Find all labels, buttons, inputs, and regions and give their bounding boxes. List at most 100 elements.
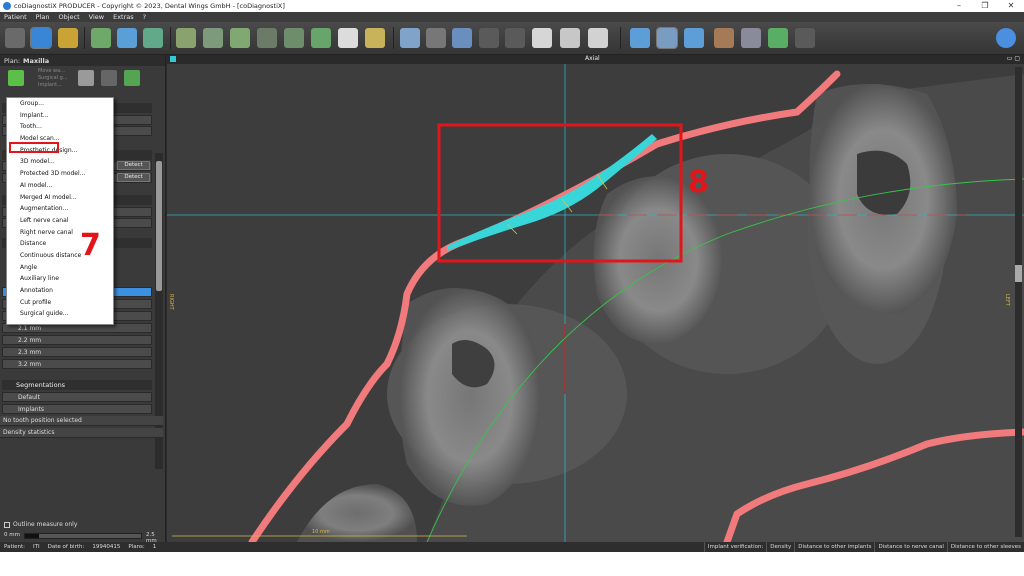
- view-header: Axial ▭ ▢: [167, 55, 1024, 64]
- pin-icon[interactable]: [505, 28, 525, 48]
- plans-label: Plans:: [128, 544, 145, 550]
- model-icon[interactable]: [117, 28, 137, 48]
- plan-header: Plan: Maxilla: [0, 55, 165, 66]
- distance-implants-tab[interactable]: Distance to other implants: [794, 542, 874, 552]
- segmentations-header[interactable]: Segmentations: [2, 380, 152, 390]
- scan-icon[interactable]: [311, 28, 331, 48]
- outline-measure-checkbox[interactable]: Outline measure only: [4, 521, 77, 528]
- back-icon[interactable]: [5, 28, 25, 48]
- dob-value: 19940415: [92, 544, 121, 550]
- detect-button[interactable]: Detect: [117, 161, 150, 170]
- post-icon[interactable]: [479, 28, 499, 48]
- scale-label: 10 mm: [312, 529, 330, 535]
- menu-plan[interactable]: Plan: [36, 13, 50, 21]
- menu-item-angle[interactable]: Angle: [7, 262, 113, 274]
- distance-nerve-tab[interactable]: Distance to nerve canal: [874, 542, 946, 552]
- menu-item-protected-3d-model[interactable]: Protected 3D model...: [7, 168, 113, 180]
- menu-item-cut-profile[interactable]: Cut profile: [7, 297, 113, 309]
- slider-track[interactable]: [24, 533, 142, 539]
- axial-view[interactable]: Axial ▭ ▢ 8 RIGHT LEFT 10 mm: [167, 55, 1024, 542]
- segmentation-icon[interactable]: [91, 28, 111, 48]
- main-toolbar: [0, 22, 1024, 55]
- menu-item-ai-model[interactable]: AI model...: [7, 180, 113, 192]
- distance-item[interactable]: 2.2 mm: [2, 335, 152, 345]
- menu-item-3d-model[interactable]: 3D model...: [7, 156, 113, 168]
- view-box-icon[interactable]: [684, 28, 704, 48]
- close-button[interactable]: ✕: [998, 0, 1024, 12]
- view-3d-icon[interactable]: [630, 28, 650, 48]
- step-number-8: 8: [688, 165, 709, 200]
- density-statistics-row[interactable]: Density statistics: [0, 428, 163, 438]
- window-title: coDiagnostiX PRODUCER - Copyright © 2023…: [14, 2, 285, 10]
- minimize-button[interactable]: –: [946, 0, 972, 12]
- menu-item-auxiliary-line[interactable]: Auxiliary line: [7, 273, 113, 285]
- arrow-left-icon[interactable]: [30, 27, 52, 49]
- drill-icon[interactable]: [257, 28, 277, 48]
- menu-item-surgical-guide[interactable]: Surgical guide...: [7, 308, 113, 320]
- menu-view[interactable]: View: [89, 13, 104, 21]
- transfer-icon[interactable]: [714, 28, 734, 48]
- sleeve-icon[interactable]: [426, 28, 446, 48]
- distance-highlight-box: [9, 142, 59, 153]
- menu-object[interactable]: Object: [58, 13, 79, 21]
- trash-icon[interactable]: [78, 70, 94, 86]
- scroll-thumb[interactable]: [156, 161, 162, 291]
- density-tab[interactable]: Density: [766, 542, 794, 552]
- redo-icon[interactable]: [795, 28, 815, 48]
- add-object-icon[interactable]: [8, 70, 24, 86]
- star-icon[interactable]: [124, 70, 140, 86]
- menu-item-augmentation[interactable]: Augmentation...: [7, 203, 113, 215]
- patient-value: ITI: [33, 544, 40, 550]
- outline-slider[interactable]: 0 mm 2.5 mm: [4, 531, 164, 544]
- distance-sleeves-tab[interactable]: Distance to other sleeves: [946, 542, 1024, 552]
- measure-icon[interactable]: [365, 28, 385, 48]
- plan-tools: Move wa... Surgical g... Implant...: [0, 66, 165, 92]
- help-icon[interactable]: [996, 28, 1016, 48]
- distance-item[interactable]: 2.3 mm: [2, 347, 152, 357]
- implant-icon[interactable]: [400, 28, 420, 48]
- menu-patient[interactable]: Patient: [4, 13, 27, 21]
- cube-icon[interactable]: [284, 28, 304, 48]
- patient-label: Patient:: [4, 544, 26, 550]
- checkbox-box[interactable]: [4, 521, 10, 528]
- segmentation-item[interactable]: Default: [2, 392, 152, 402]
- slider-handle[interactable]: [25, 534, 39, 538]
- left-side-label: LEFT: [1004, 294, 1010, 307]
- menu-item-group[interactable]: Group...: [7, 98, 113, 110]
- view-scroll-thumb[interactable]: [1015, 265, 1022, 282]
- menu-help[interactable]: ?: [143, 13, 146, 21]
- menu-item-merged-ai-model[interactable]: Merged AI model...: [7, 192, 113, 204]
- tooth-position-row[interactable]: No tooth position selected: [0, 416, 163, 426]
- view-scrollbar[interactable]: [1015, 67, 1022, 537]
- detect-button[interactable]: Detect: [117, 173, 150, 182]
- implant-plan-icon[interactable]: [176, 28, 196, 48]
- menu-item-tooth[interactable]: Tooth...: [7, 121, 113, 133]
- menu-bar: Patient Plan Object View Extras ?: [0, 12, 1024, 22]
- plans-value: 1: [152, 544, 157, 550]
- open-folder-icon[interactable]: [58, 28, 78, 48]
- scanbody-icon[interactable]: [560, 28, 580, 48]
- menu-item-implant[interactable]: Implant...: [7, 110, 113, 122]
- view-controls[interactable]: ▭ ▢: [1007, 55, 1020, 62]
- segmentation-item[interactable]: Implants: [2, 404, 152, 414]
- maximize-button[interactable]: ❐: [972, 0, 998, 12]
- menu-item-annotation[interactable]: Annotation: [7, 285, 113, 297]
- menu-item-left-nerve-canal[interactable]: Left nerve canal: [7, 215, 113, 227]
- menu-extras[interactable]: Extras: [113, 13, 134, 21]
- abutment-icon[interactable]: [452, 28, 472, 48]
- settings-icon[interactable]: [741, 28, 761, 48]
- view-grid-icon[interactable]: [656, 27, 678, 49]
- ct-image[interactable]: 8 RIGHT LEFT 10 mm: [167, 64, 1024, 542]
- check-icon[interactable]: [101, 70, 117, 86]
- tooth-tool-icon[interactable]: [230, 28, 250, 48]
- printer-icon[interactable]: [588, 28, 608, 48]
- plan-name: Maxilla: [23, 56, 50, 65]
- house-icon[interactable]: [203, 28, 223, 48]
- distance-item[interactable]: 3.2 mm: [2, 359, 152, 369]
- tooth-icon[interactable]: [338, 28, 358, 48]
- step-number-7: 7: [80, 228, 101, 263]
- arch-icon[interactable]: [143, 28, 163, 48]
- implant-verification-label: Implant verification:: [703, 542, 766, 552]
- guide-icon[interactable]: [532, 28, 552, 48]
- undo-icon[interactable]: [768, 28, 788, 48]
